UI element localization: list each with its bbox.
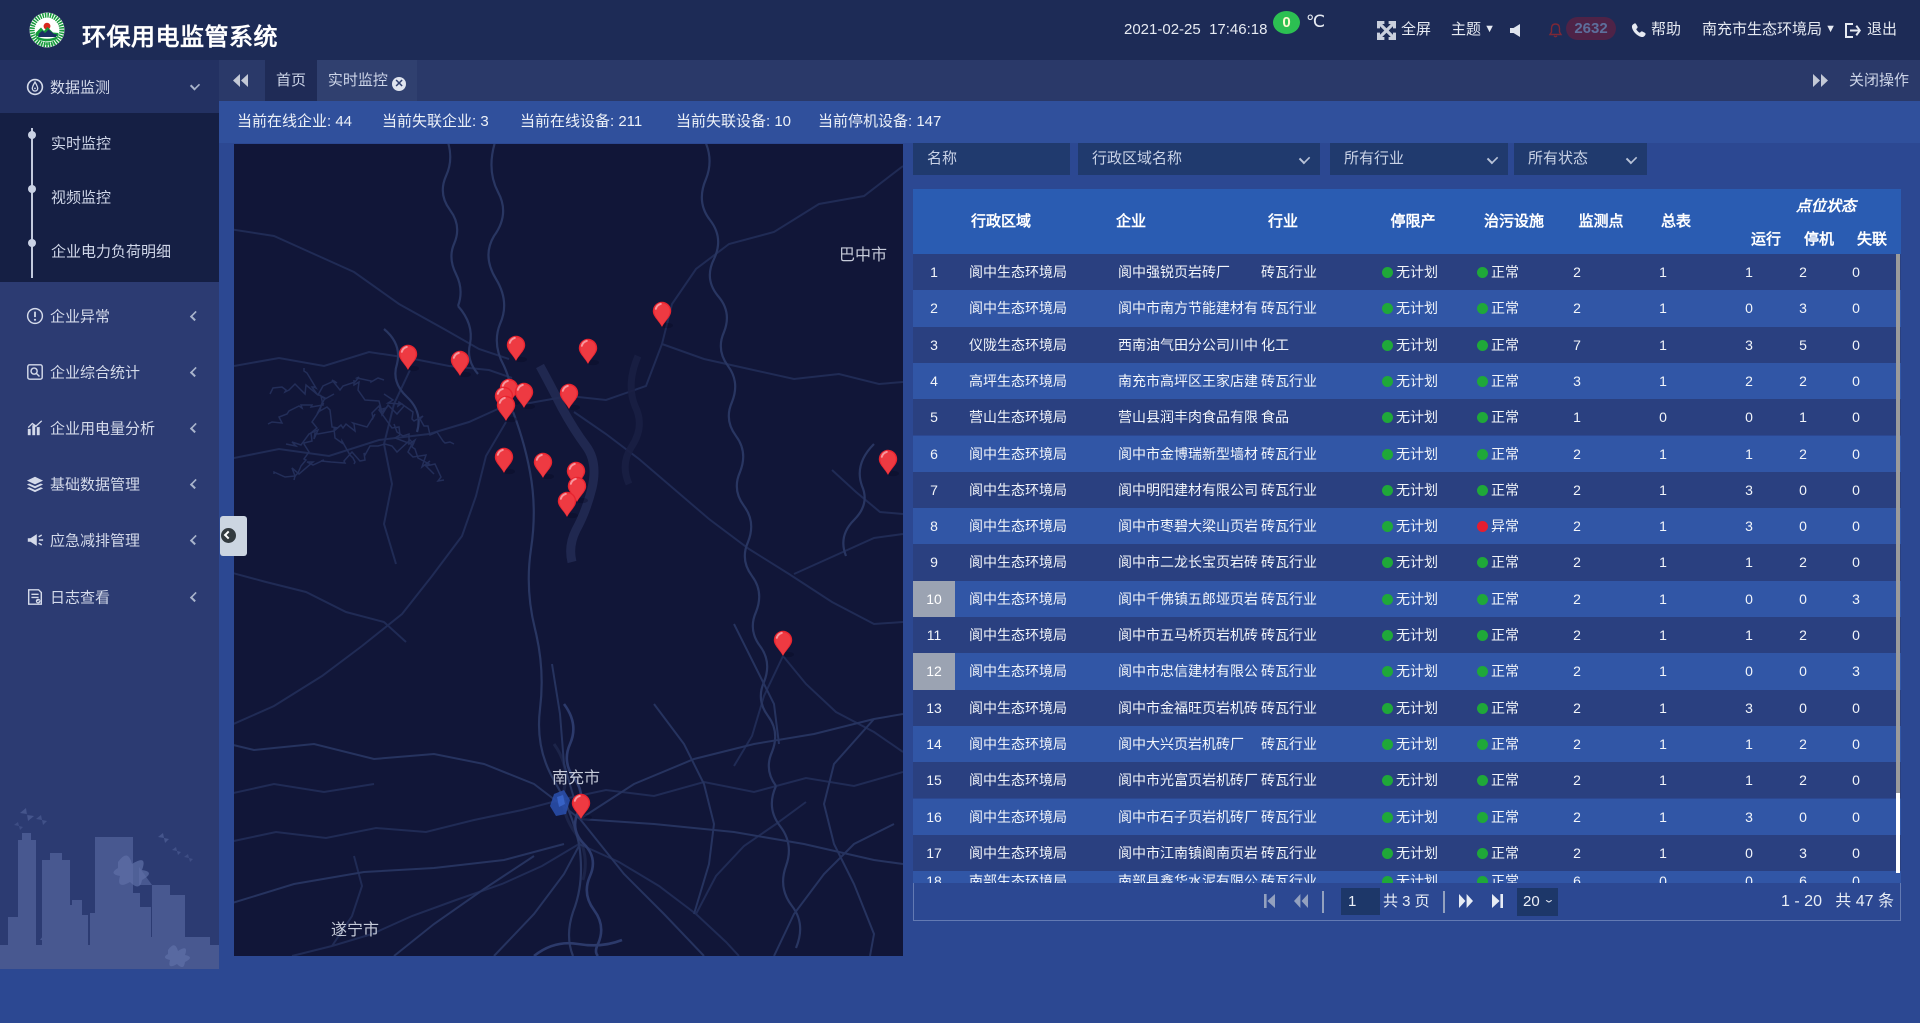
svg-text:环境监测: 环境监测 [40, 40, 55, 45]
